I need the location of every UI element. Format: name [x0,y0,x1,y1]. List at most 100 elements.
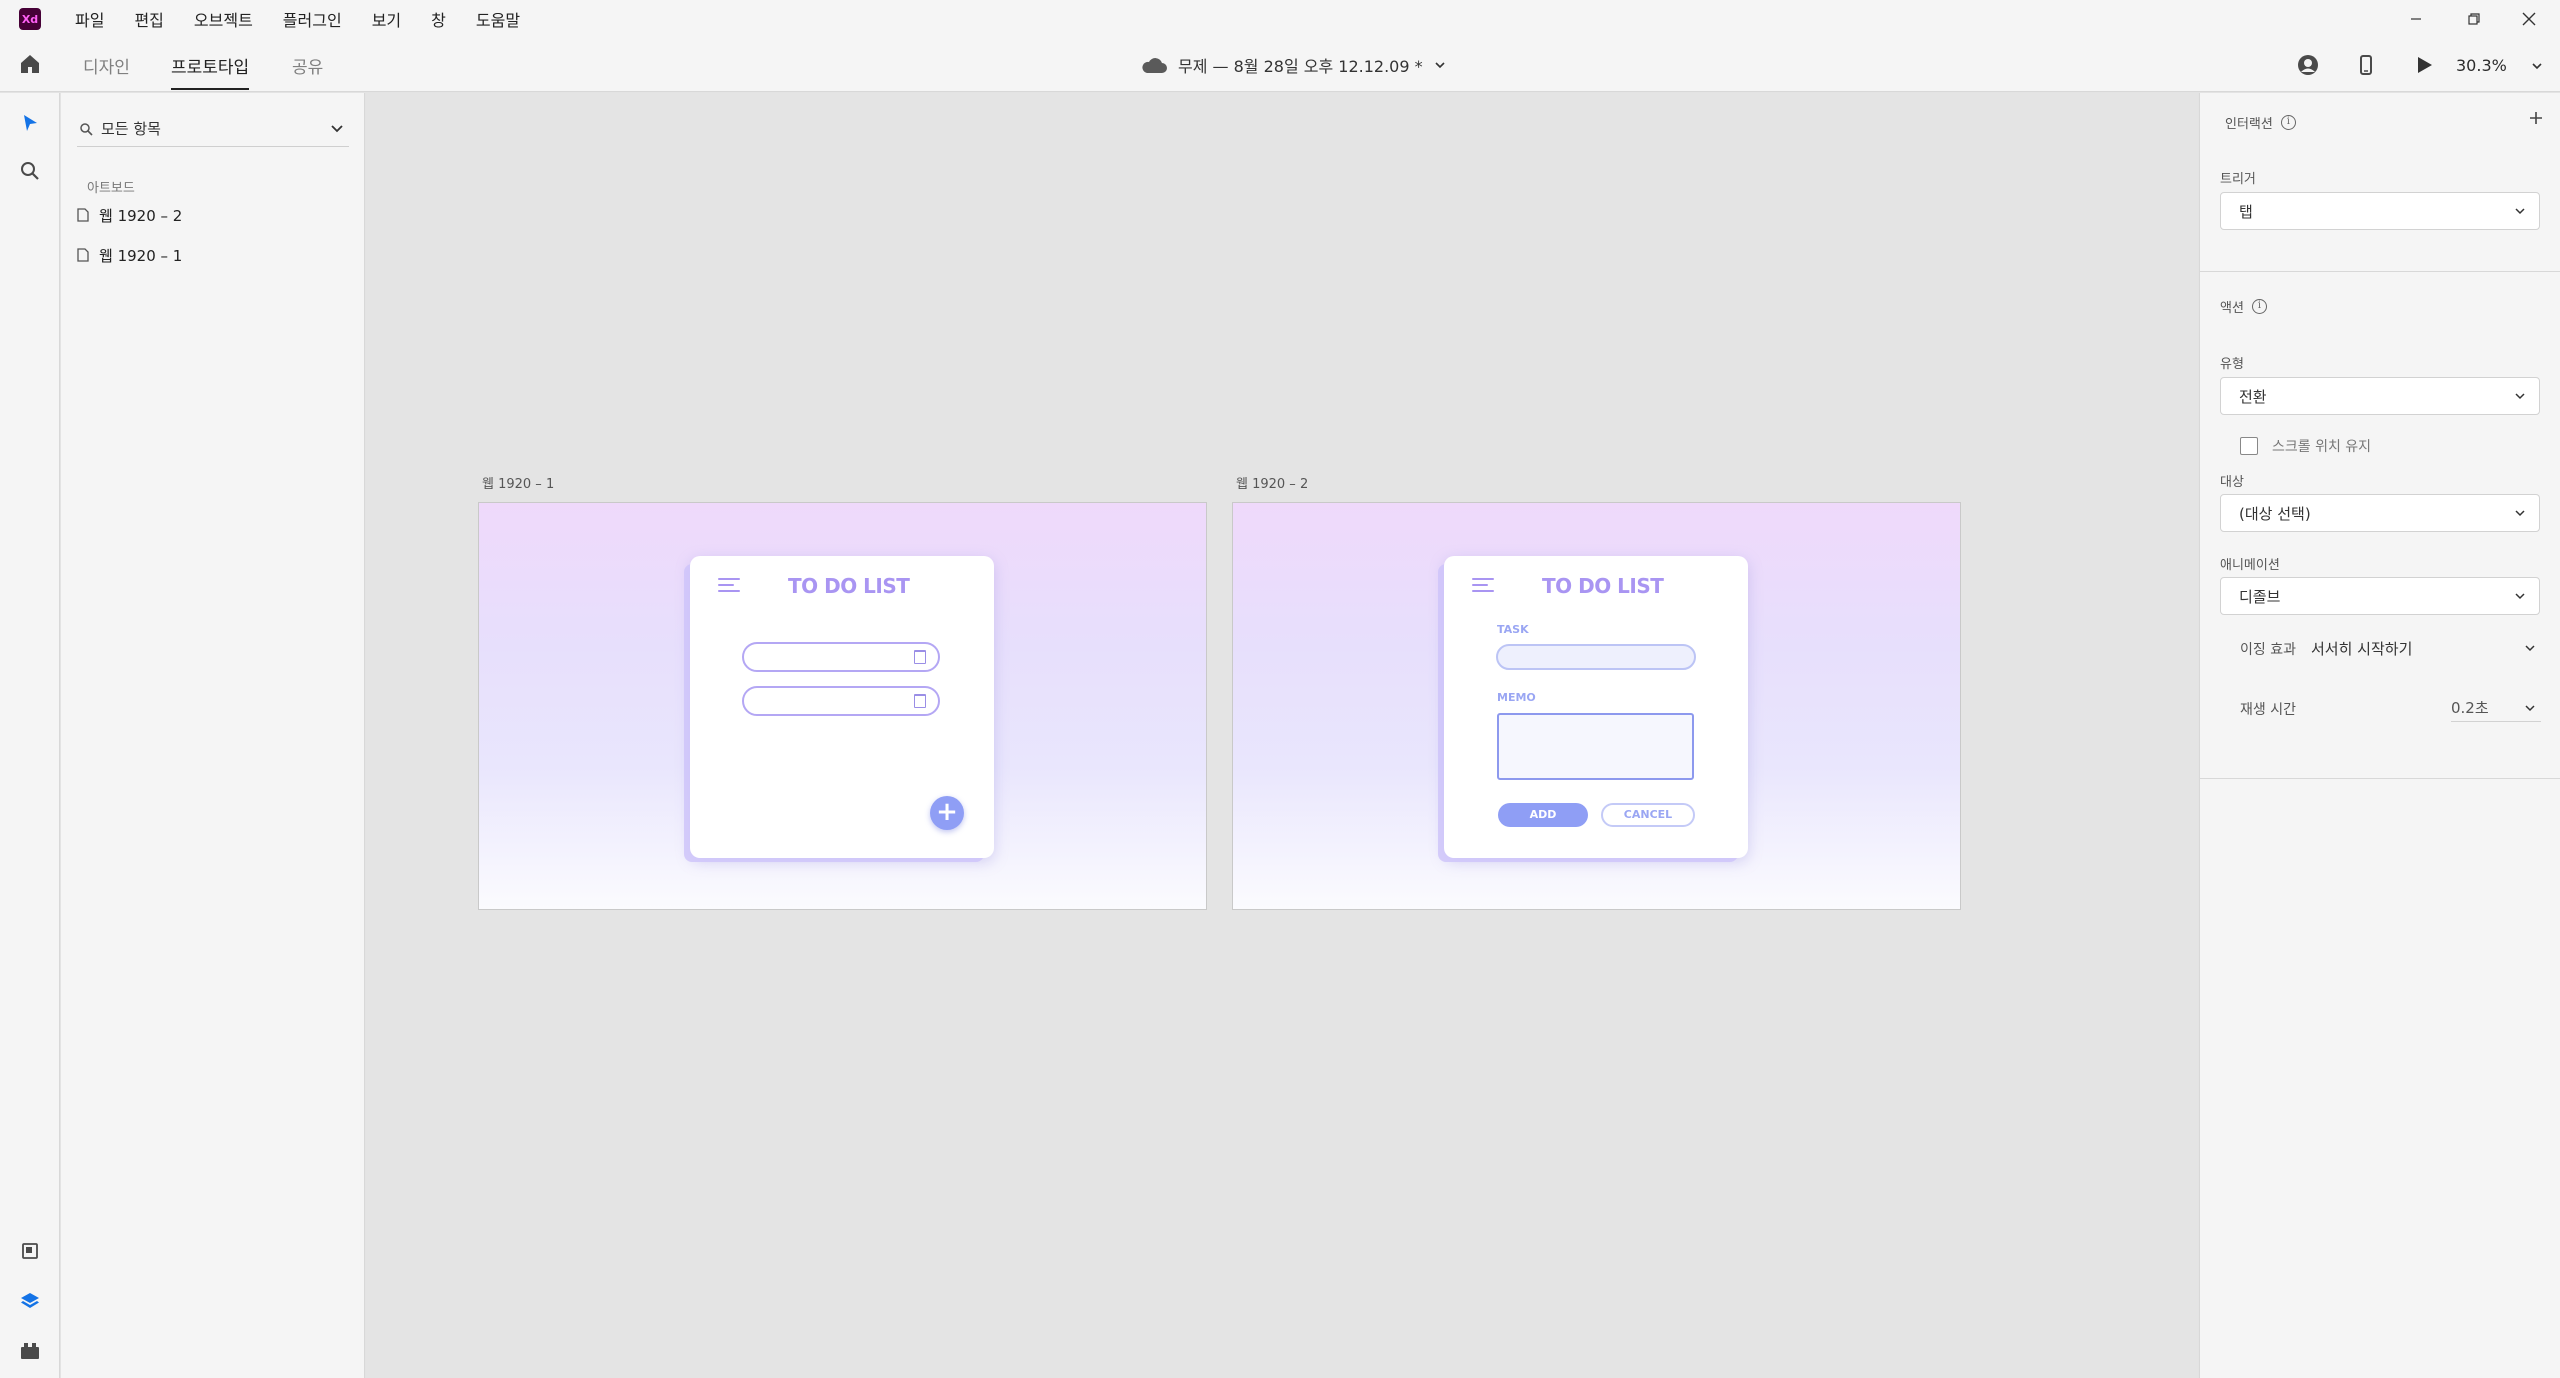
restore-button[interactable] [2450,0,2498,38]
add-button[interactable]: ADD [1498,803,1588,827]
plus-icon [2530,112,2542,124]
document-assets-icon [22,1243,38,1259]
minimize-button[interactable] [2392,0,2440,38]
zoom-level[interactable]: 30.3% [2456,38,2507,92]
action-type-dropdown[interactable]: 전환 [2220,377,2540,415]
layer-item-label: 웹 1920 – 1 [99,246,183,265]
add-task-button[interactable]: + [930,796,964,830]
easing-dropdown[interactable]: 서서히 시작하기 [2311,634,2543,662]
artboard-1-label[interactable]: 웹 1920 – 1 [482,473,554,492]
minimize-icon [2411,18,2421,20]
zoom-tool[interactable] [18,159,42,183]
menu-window[interactable]: 창 [431,7,446,31]
keep-scroll-position-row[interactable]: 스크롤 위치 유지 [2240,436,2371,456]
plugins-panel-button[interactable] [18,1339,42,1363]
task-item[interactable] [742,642,940,672]
menu-plugins[interactable]: 플러그인 [283,7,342,31]
easing-row: 이징 효과 [2240,639,2296,659]
artboard-2-label[interactable]: 웹 1920 – 2 [1236,473,1308,492]
chevron-down-icon [2515,208,2525,215]
chevron-down-icon [2515,593,2525,600]
menu-object[interactable]: 오브젝트 [194,7,253,31]
select-tool[interactable] [18,111,42,135]
duration-label: 재생 시간 [2240,702,2296,718]
document-title-menu[interactable]: 무제 — 8월 28일 오후 12.12.09 * [1140,38,1447,92]
action-section-title: 액션 i [2220,297,2267,316]
chevron-down-icon [331,125,343,133]
memo-input[interactable] [1497,713,1694,780]
layer-item-label: 웹 1920 – 2 [99,206,183,225]
duration-dropdown[interactable]: 0.2초 [2451,694,2541,722]
layer-item-artboard-1[interactable]: 웹 1920 – 1 [77,243,182,267]
animation-dropdown[interactable]: 디졸브 [2220,577,2540,615]
layers-panel: 모든 항목 아트보드 웹 1920 – 2 웹 1920 – 1 [61,93,365,1378]
chevron-down-icon [2525,645,2535,652]
action-title: 액션 [2220,301,2244,316]
easing-value: 서서히 시작하기 [2311,639,2413,658]
keep-scroll-checkbox[interactable] [2240,437,2258,455]
device-preview-button[interactable] [2354,53,2378,81]
hamburger-menu-icon[interactable] [718,578,740,594]
cancel-button[interactable]: CANCEL [1601,803,1695,827]
task-item[interactable] [742,686,940,716]
restore-icon [2468,13,2480,25]
tab-design[interactable]: 디자인 [83,38,130,92]
menu-edit[interactable]: 편집 [134,7,163,31]
task-input[interactable] [1496,644,1696,670]
menu-help[interactable]: 도움말 [476,7,520,31]
assets-panel-button[interactable] [18,1239,42,1263]
menu-file[interactable]: 파일 [75,7,104,31]
section-divider [2200,271,2560,272]
layers-panel-button[interactable] [18,1289,42,1313]
trigger-label: 트리거 [2220,172,2256,187]
todo-card: TO DO LIST + [690,556,994,858]
memo-label: MEMO [1497,691,1536,704]
trigger-dropdown[interactable]: 탭 [2220,192,2540,230]
target-dropdown[interactable]: (대상 선택) [2220,494,2540,532]
chevron-down-icon [1435,62,1445,69]
add-interaction-button[interactable] [2528,107,2544,132]
tab-share[interactable]: 공유 [292,38,323,92]
cloud-icon [1142,58,1167,73]
task-label: TASK [1497,623,1529,636]
interaction-title: 인터랙션 [2225,117,2273,132]
artboard-2[interactable]: TO DO LIST TASK MEMO ADD CANCEL [1232,502,1961,910]
property-inspector: 인터랙션 i 트리거 탭 액션 i 유형 전환 스크롤 위치 유지 대상 (대상… [2199,93,2560,1378]
plugins-icon [21,1343,39,1359]
info-icon[interactable]: i [2251,299,2267,314]
keep-scroll-label: 스크롤 위치 유지 [2272,439,2372,455]
layer-item-artboard-2[interactable]: 웹 1920 – 2 [77,203,182,227]
zoom-dropdown[interactable] [2530,58,2544,77]
trash-icon[interactable] [914,650,926,664]
user-preview-button[interactable] [2296,53,2320,81]
menu-view[interactable]: 보기 [372,7,401,31]
play-preview-button[interactable] [2412,53,2436,81]
layer-filter-dropdown[interactable]: 모든 항목 [77,111,349,147]
play-icon [2418,57,2432,73]
tab-prototype[interactable]: 프로토타입 [171,38,250,92]
target-value: (대상 선택) [2239,504,2311,523]
search-icon [21,162,39,180]
search-icon [80,122,93,136]
interaction-section-title: 인터랙션 i [2225,113,2296,132]
easing-label: 이징 효과 [2240,642,2296,658]
info-icon[interactable]: i [2280,115,2296,130]
animation-value: 디졸브 [2239,587,2281,606]
close-button[interactable] [2505,0,2553,38]
duration-row: 재생 시간 [2240,699,2296,719]
hamburger-menu-icon[interactable] [1472,578,1494,594]
artboard-1[interactable]: TO DO LIST + [478,502,1207,910]
artboards-section-title: 아트보드 [87,181,135,196]
design-canvas[interactable]: 웹 1920 – 1 TO DO LIST + 웹 1920 – 2 TO DO… [366,93,2198,1378]
document-title: 무제 — 8월 28일 오후 12.12.09 * [1178,57,1423,76]
type-label: 유형 [2220,357,2244,372]
chevron-down-icon [2525,705,2535,712]
app-logo[interactable]: Xd [19,8,41,30]
trash-icon[interactable] [914,694,926,708]
section-divider [2200,778,2560,779]
layer-filter-label: 모든 항목 [101,120,161,138]
duration-value: 0.2초 [2451,699,2489,717]
layers-icon [21,1293,39,1308]
home-button[interactable] [18,52,42,80]
mobile-device-icon [2360,55,2372,75]
